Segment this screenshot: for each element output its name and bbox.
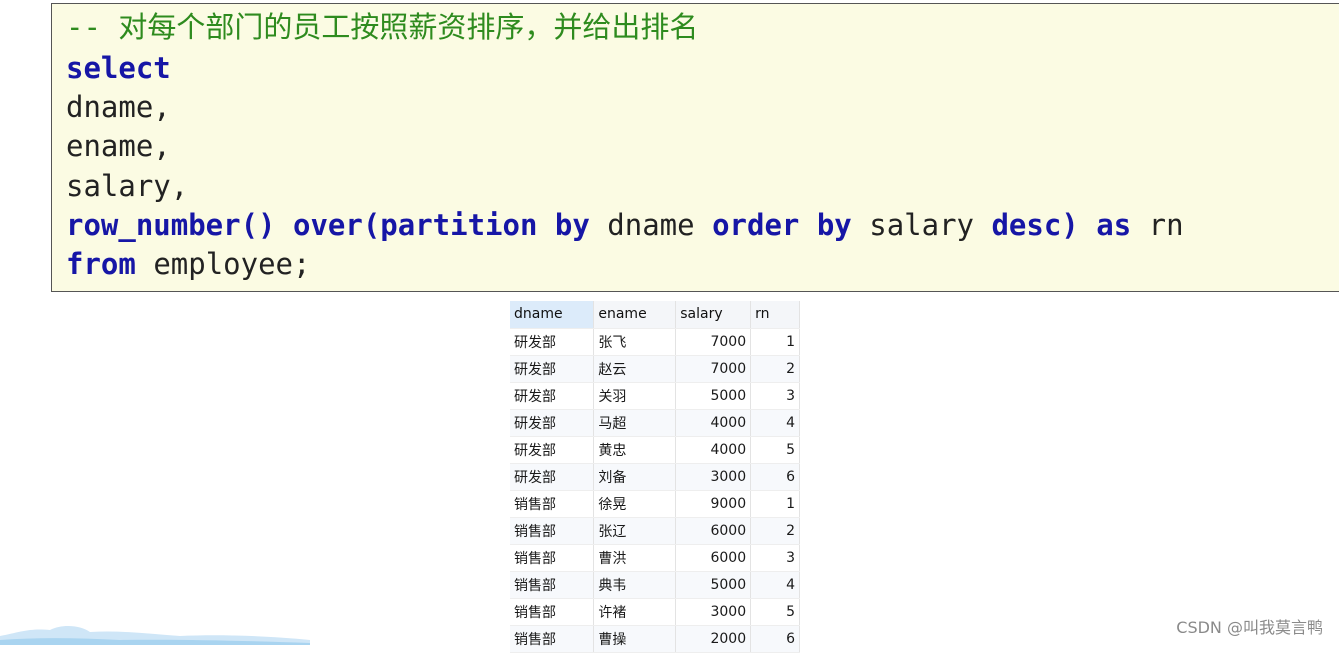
column-dname: dname, xyxy=(66,90,171,124)
cell-salary[interactable]: 7000 xyxy=(675,328,752,356)
table-row[interactable]: 销售部 徐晃 9000 1 xyxy=(510,490,800,518)
keyword-over-partition: over(partition xyxy=(292,208,538,242)
cell-ename[interactable]: 黄忠 xyxy=(593,436,677,464)
cell-rn[interactable]: 2 xyxy=(750,355,800,383)
table-row[interactable]: 研发部 黄忠 4000 5 xyxy=(510,436,800,464)
cell-dname[interactable]: 销售部 xyxy=(510,571,595,599)
table-row[interactable]: 研发部 赵云 7000 2 xyxy=(510,355,800,383)
cell-salary[interactable]: 4000 xyxy=(675,436,752,464)
keyword-by: by xyxy=(816,208,852,242)
sql-comment: -- 对每个部门的员工按照薪资排序，并给出排名 xyxy=(66,10,699,44)
column-salary: salary, xyxy=(66,169,189,203)
keyword-select: select xyxy=(66,51,171,85)
cell-salary[interactable]: 3000 xyxy=(675,598,752,626)
code-line-3: dname, xyxy=(66,88,171,127)
table-row[interactable]: 研发部 张飞 7000 1 xyxy=(510,328,800,356)
cell-salary[interactable]: 4000 xyxy=(675,409,752,437)
table-row[interactable]: 销售部 典韦 5000 4 xyxy=(510,571,800,599)
cell-ename[interactable]: 许褚 xyxy=(593,598,677,626)
keyword-from: from xyxy=(66,247,136,281)
code-line-7: from employee; xyxy=(66,245,310,284)
code-line-4: ename, xyxy=(66,127,171,166)
cell-ename[interactable]: 曹操 xyxy=(593,625,677,653)
cell-dname[interactable]: 销售部 xyxy=(510,625,595,653)
table-row[interactable]: 研发部 马超 4000 4 xyxy=(510,409,800,437)
cell-dname[interactable]: 销售部 xyxy=(510,517,595,545)
cell-salary[interactable]: 6000 xyxy=(675,517,752,545)
cell-dname[interactable]: 研发部 xyxy=(510,463,595,491)
cell-rn[interactable]: 4 xyxy=(750,571,800,599)
cell-dname[interactable]: 销售部 xyxy=(510,598,595,626)
cell-dname[interactable]: 研发部 xyxy=(510,409,595,437)
cell-rn[interactable]: 1 xyxy=(750,490,800,518)
column-ename: ename, xyxy=(66,129,171,163)
cell-rn[interactable]: 4 xyxy=(750,409,800,437)
keyword-as: as xyxy=(1096,208,1132,242)
cell-ename[interactable]: 赵云 xyxy=(593,355,677,383)
cell-rn[interactable]: 3 xyxy=(750,544,800,572)
cell-dname[interactable]: 研发部 xyxy=(510,328,595,356)
code-line-2: select xyxy=(66,49,171,88)
cell-dname[interactable]: 研发部 xyxy=(510,436,595,464)
cell-ename[interactable]: 刘备 xyxy=(593,463,677,491)
keyword-order: order xyxy=(712,208,800,242)
cell-dname[interactable]: 销售部 xyxy=(510,490,595,518)
identifier-rn: rn xyxy=(1148,208,1184,242)
result-header-row: dname ename salary rn xyxy=(510,301,800,329)
cell-rn[interactable]: 5 xyxy=(750,436,800,464)
csdn-watermark: CSDN @叫我莫言鸭 xyxy=(1176,618,1323,637)
cell-rn[interactable]: 1 xyxy=(750,328,800,356)
column-header-ename[interactable]: ename xyxy=(593,301,677,329)
keyword-desc: desc) xyxy=(991,208,1079,242)
sql-code-block: -- 对每个部门的员工按照薪资排序，并给出排名 select dname, en… xyxy=(51,3,1339,292)
cell-ename[interactable]: 张辽 xyxy=(593,517,677,545)
code-line-1: -- 对每个部门的员工按照薪资排序，并给出排名 xyxy=(66,8,698,47)
table-row[interactable]: 销售部 曹操 2000 6 xyxy=(510,625,800,653)
keyword-by: by xyxy=(554,208,590,242)
cell-rn[interactable]: 3 xyxy=(750,382,800,410)
cell-rn[interactable]: 2 xyxy=(750,517,800,545)
cell-ename[interactable]: 曹洪 xyxy=(593,544,677,572)
cell-rn[interactable]: 6 xyxy=(750,625,800,653)
table-row[interactable]: 销售部 张辽 6000 2 xyxy=(510,517,800,545)
cell-ename[interactable]: 徐晃 xyxy=(593,490,677,518)
cloud-decoration xyxy=(0,626,310,645)
cell-ename[interactable]: 马超 xyxy=(593,409,677,437)
column-header-rn[interactable]: rn xyxy=(750,301,800,329)
cell-salary[interactable]: 2000 xyxy=(675,625,752,653)
cell-salary[interactable]: 6000 xyxy=(675,544,752,572)
result-grid: dname ename salary rn 研发部 张飞 7000 1 研发部 赵云 700… xyxy=(510,301,800,653)
cell-salary[interactable]: 9000 xyxy=(675,490,752,518)
cell-rn[interactable]: 6 xyxy=(750,463,800,491)
result-body: 研发部 张飞 7000 1 研发部 赵云 7000 2 研发部 关羽 5000 3 研发部 马超 4000 4… xyxy=(510,328,800,653)
table-row[interactable]: 研发部 刘备 3000 6 xyxy=(510,463,800,491)
identifier-salary: salary xyxy=(869,208,974,242)
column-header-dname[interactable]: dname xyxy=(510,301,595,329)
cell-dname[interactable]: 研发部 xyxy=(510,355,595,383)
table-row[interactable]: 销售部 曹洪 6000 3 xyxy=(510,544,800,572)
column-header-salary[interactable]: salary xyxy=(675,301,752,329)
cell-ename[interactable]: 典韦 xyxy=(593,571,677,599)
cell-salary[interactable]: 3000 xyxy=(675,463,752,491)
cell-salary[interactable]: 5000 xyxy=(675,382,752,410)
identifier-dname: dname xyxy=(607,208,695,242)
cell-ename[interactable]: 张飞 xyxy=(593,328,677,356)
table-row[interactable]: 研发部 关羽 5000 3 xyxy=(510,382,800,410)
keyword-row-number: row_number() xyxy=(66,208,276,242)
cell-rn[interactable]: 5 xyxy=(750,598,800,626)
code-line-5: salary, xyxy=(66,167,188,206)
cell-salary[interactable]: 5000 xyxy=(675,571,752,599)
cell-salary[interactable]: 7000 xyxy=(675,355,752,383)
identifier-table: employee; xyxy=(153,247,311,281)
cell-dname[interactable]: 研发部 xyxy=(510,382,595,410)
table-row[interactable]: 销售部 许褚 3000 5 xyxy=(510,598,800,626)
code-line-6: row_number() over(partition by dname ord… xyxy=(66,206,1184,245)
cell-dname[interactable]: 销售部 xyxy=(510,544,595,572)
cell-ename[interactable]: 关羽 xyxy=(593,382,677,410)
